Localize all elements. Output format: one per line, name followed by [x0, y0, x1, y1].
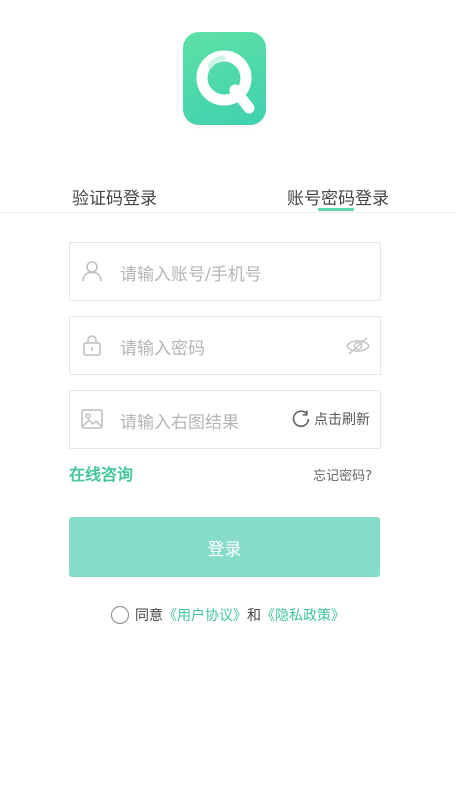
lock-icon	[83, 335, 101, 356]
agree-prefix: 同意	[135, 608, 163, 624]
tab-code-login[interactable]: 验证码登录	[72, 184, 157, 209]
captcha-input[interactable]: 请输入右图结果 点击刷新	[69, 390, 381, 449]
forgot-password-link[interactable]: 忘记密码?	[313, 465, 372, 484]
login-tabs: 验证码登录 账号密码登录	[0, 178, 456, 213]
image-icon	[81, 409, 103, 429]
online-consult-link[interactable]: 在线咨询	[69, 461, 133, 485]
user-agreement-link[interactable]: 《用户协议》	[163, 605, 247, 625]
active-tab-indicator	[318, 208, 354, 211]
login-button[interactable]: 登录	[69, 517, 380, 577]
refresh-icon	[292, 410, 310, 428]
user-icon	[82, 261, 102, 282]
refresh-label: 点击刷新	[314, 412, 370, 428]
agree-radio[interactable]	[111, 606, 129, 624]
password-input[interactable]: 请输入密码	[69, 316, 381, 375]
tab-password-login[interactable]: 账号密码登录	[287, 184, 389, 209]
privacy-policy-link[interactable]: 《隐私政策》	[261, 605, 345, 625]
password-placeholder: 请输入密码	[120, 339, 205, 359]
q-logo-icon	[196, 50, 255, 114]
app-logo	[183, 32, 266, 125]
agreement-row: 同意 《用户协议》 和 《隐私政策》	[0, 603, 456, 627]
refresh-captcha-button[interactable]: 点击刷新	[291, 407, 370, 431]
account-placeholder: 请输入账号/手机号	[120, 265, 262, 285]
captcha-placeholder: 请输入右图结果	[120, 413, 239, 433]
agree-and: 和	[247, 608, 261, 624]
account-input[interactable]: 请输入账号/手机号	[69, 242, 381, 301]
eye-hidden-icon[interactable]	[346, 336, 370, 356]
